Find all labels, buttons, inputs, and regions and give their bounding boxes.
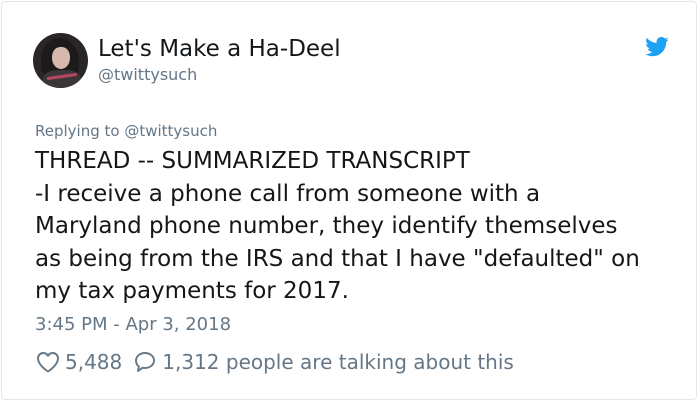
twitter-bird-icon[interactable] — [645, 37, 669, 57]
tweet-text: THREAD -- SUMMARIZED TRANSCRIPT -I recei… — [35, 145, 675, 308]
comment-bubble-icon[interactable] — [132, 349, 158, 375]
tweet-actions: 5,488 1,312 people are talking about thi… — [35, 348, 514, 376]
avatar-face — [52, 47, 70, 69]
tweet-timestamp[interactable]: 3:45 PM - Apr 3, 2018 — [35, 314, 231, 336]
tweet-card: Let's Make a Ha-Deel @twittysuch Replyin… — [1, 1, 697, 400]
talking-about-link[interactable]: 1,312 people are talking about this — [162, 350, 514, 374]
tweet-text-line: my tax payments for 2017. — [35, 278, 349, 304]
tweet-text-line: -I receive a phone call from someone wit… — [35, 180, 541, 207]
heart-icon[interactable] — [35, 349, 61, 375]
avatar[interactable] — [33, 33, 88, 88]
user-handle[interactable]: @twittysuch — [98, 65, 197, 85]
display-name[interactable]: Let's Make a Ha-Deel — [98, 35, 341, 63]
replying-to-label[interactable]: Replying to @twittysuch — [35, 122, 217, 140]
like-count[interactable]: 5,488 — [65, 350, 122, 374]
tweet-text-line: as being from the IRS and that I have "d… — [35, 245, 640, 272]
tweet-text-line: THREAD -- SUMMARIZED TRANSCRIPT — [35, 148, 470, 174]
tweet-text-line: Maryland phone number, they identify the… — [35, 213, 618, 239]
